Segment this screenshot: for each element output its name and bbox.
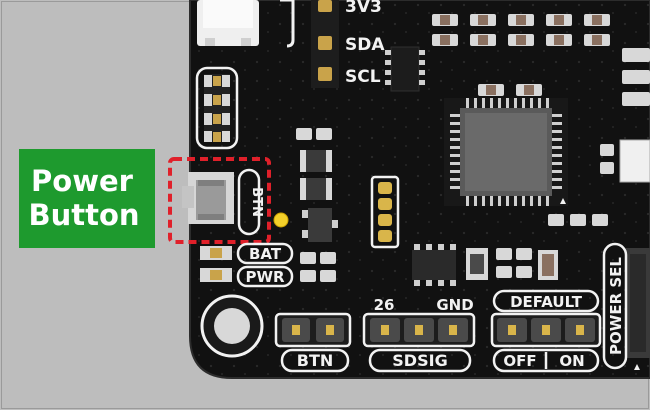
microcontroller-chip: [444, 98, 568, 206]
top-connector: [197, 0, 259, 46]
sdsig-left-label: 26: [374, 296, 395, 314]
power-button-callout: Power Button: [19, 149, 155, 248]
pwr-led-label: PWR: [245, 268, 285, 286]
sdsig-header: [362, 312, 476, 348]
i2c-label-3v3: 3V3: [345, 0, 382, 17]
mounting-hole: [200, 294, 264, 358]
i2c-label-sda: SDA: [345, 35, 385, 55]
bat-led-label: BAT: [249, 245, 282, 263]
board-photo: BTN Power Button BAT PWR 3V3 SDA SCL POW…: [0, 0, 650, 410]
power-sel-label: POWER SEL: [607, 257, 625, 355]
power-button-switch[interactable]: [182, 172, 234, 224]
small-ic: [385, 46, 425, 92]
i2c-label-scl: SCL: [345, 67, 381, 87]
i2c-header: [311, 0, 339, 88]
callout-line-1: Power: [31, 164, 134, 198]
sdsig-header-label: SDSIG: [392, 351, 447, 370]
default-on-label: ON: [559, 352, 584, 370]
default-header-label: DEFAULT: [510, 293, 583, 311]
sdsig-right-label: GND: [436, 296, 473, 314]
callout-line-2: Button: [28, 198, 139, 232]
default-header: [490, 312, 602, 348]
switch-silk-label: BTN: [249, 187, 264, 217]
default-off-label: OFF: [503, 352, 536, 370]
test-point: [273, 212, 289, 228]
btn-header-label: BTN: [297, 351, 334, 370]
btn-header: [274, 312, 352, 348]
